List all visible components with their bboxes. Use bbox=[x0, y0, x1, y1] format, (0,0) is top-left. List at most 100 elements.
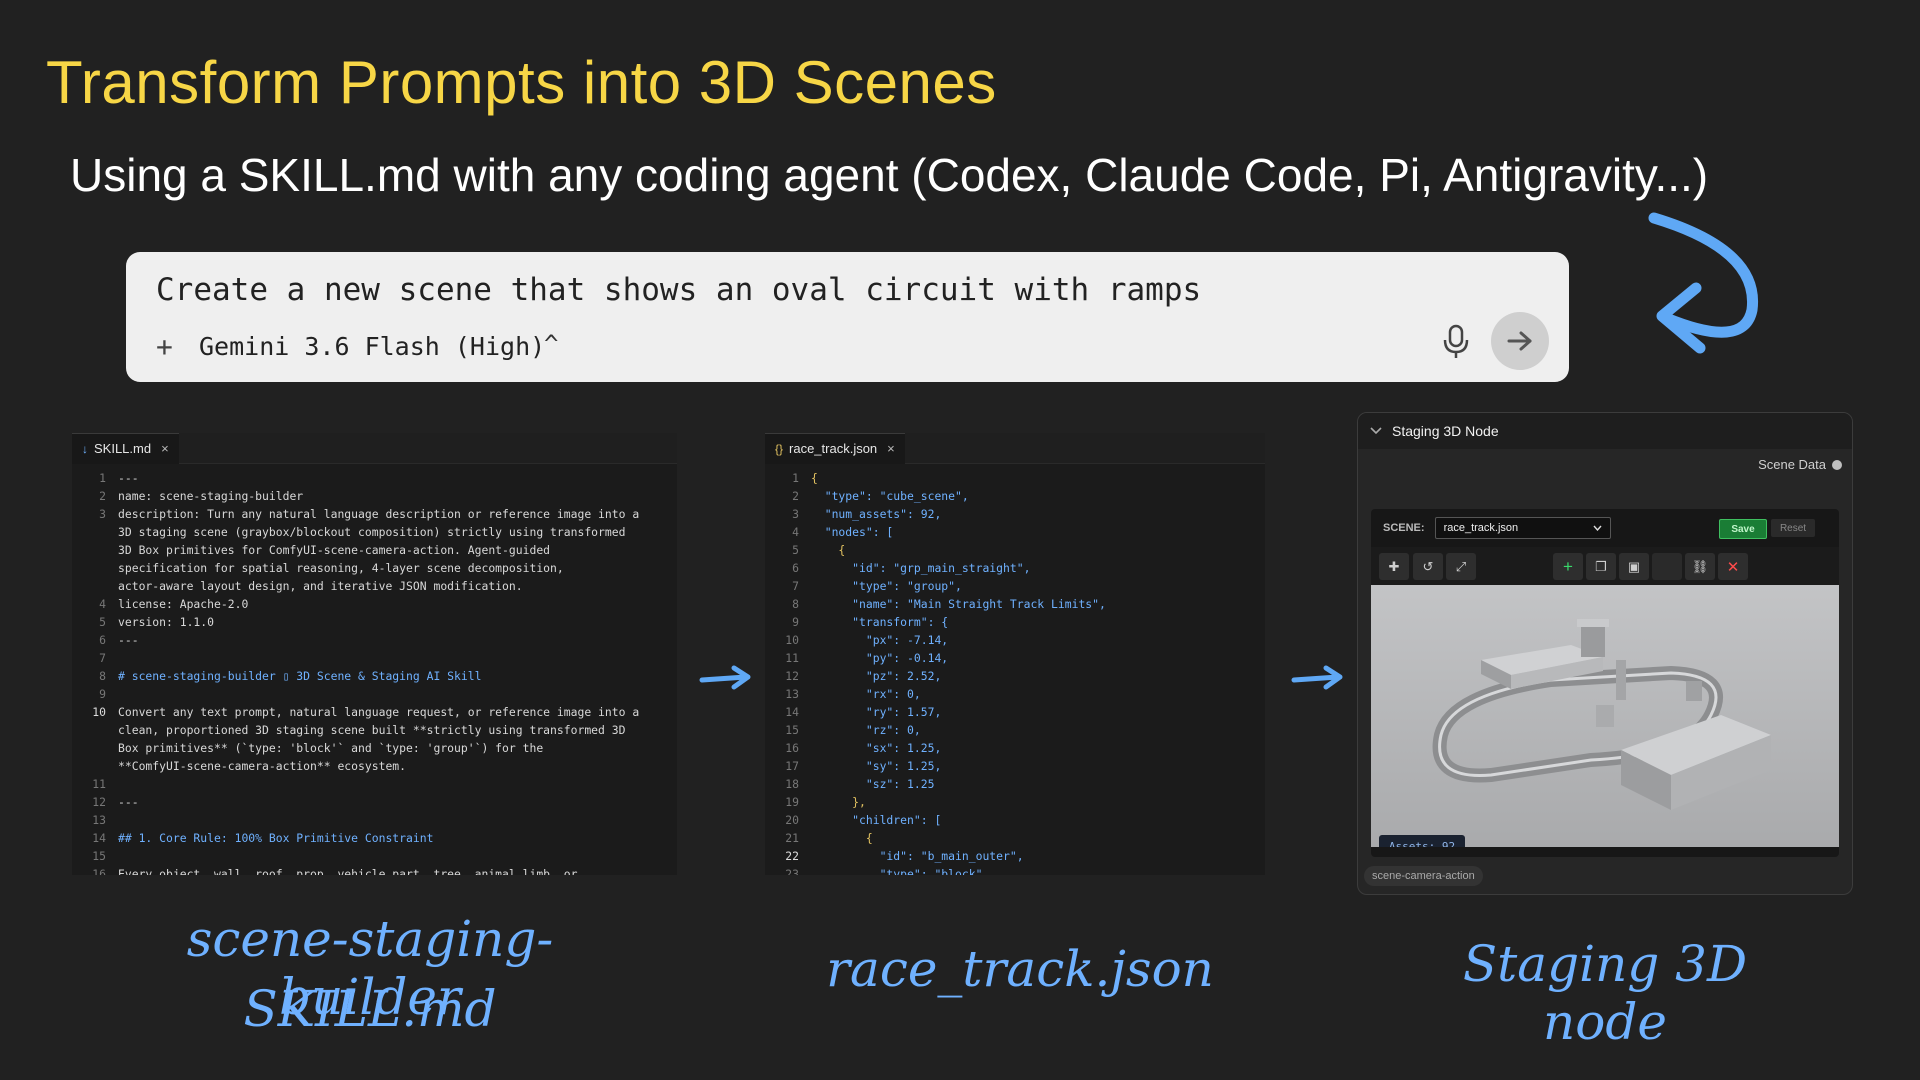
node-footer-tag: scene-camera-action bbox=[1364, 866, 1483, 886]
title: Transform Prompts into 3D Scenes bbox=[46, 49, 997, 116]
line-text: "sy": 1.25, bbox=[811, 759, 942, 773]
skill-tab-bar: ↓ SKILL.md × bbox=[72, 433, 677, 464]
staging-3d-node[interactable]: Staging 3D Node Scene Data SCENE: race_t… bbox=[1357, 412, 1853, 895]
close-icon[interactable]: × bbox=[887, 441, 895, 456]
line-text: --- bbox=[118, 633, 139, 647]
line-number: 6 bbox=[99, 633, 106, 647]
code-line: 23 "type": "block", bbox=[765, 865, 1265, 875]
line-text: description: Turn any natural language d… bbox=[118, 507, 640, 521]
json-caption: race_track.json bbox=[826, 940, 1214, 998]
code-line: clean, proportioned 3D staging scene bui… bbox=[72, 721, 677, 739]
line-number: 9 bbox=[99, 687, 106, 701]
line-number: 15 bbox=[785, 723, 799, 737]
model-chevron-up-icon[interactable]: ^ bbox=[544, 330, 558, 358]
line-text: clean, proportioned 3D staging scene bui… bbox=[118, 723, 626, 737]
node-widget: SCENE: race_track.json Save Reset ✚ ↺ ⤢ … bbox=[1371, 509, 1839, 857]
prompt-box[interactable]: Create a new scene that shows an oval ci… bbox=[126, 252, 1569, 382]
line-text: 3D Box primitives for ComfyUI-scene-came… bbox=[118, 543, 551, 557]
subtitle: Using a SKILL.md with any coding agent (… bbox=[70, 149, 1709, 201]
code-line: 1{ bbox=[765, 469, 1265, 487]
close-icon[interactable]: × bbox=[161, 441, 169, 456]
line-text bbox=[118, 847, 677, 865]
scene-label: SCENE: bbox=[1383, 522, 1425, 534]
code-line: 3D Box primitives for ComfyUI-scene-came… bbox=[72, 541, 677, 559]
line-number: 7 bbox=[99, 651, 106, 665]
line-number: 9 bbox=[792, 615, 799, 629]
code-line: 12 --- bbox=[72, 793, 677, 811]
line-number: 22 bbox=[785, 849, 799, 863]
line-text bbox=[118, 811, 677, 829]
code-line: 14 "ry": 1.57, bbox=[765, 703, 1265, 721]
code-line: 21 { bbox=[765, 829, 1265, 847]
code-line: 8 "name": "Main Straight Track Limits", bbox=[765, 595, 1265, 613]
tab-race-track-json[interactable]: {} race_track.json × bbox=[765, 433, 905, 464]
node-header[interactable]: Staging 3D Node bbox=[1358, 413, 1852, 449]
tab-skill-md[interactable]: ↓ SKILL.md × bbox=[72, 433, 179, 464]
scene-select-value: race_track.json bbox=[1443, 522, 1519, 534]
prompt-input[interactable]: Create a new scene that shows an oval ci… bbox=[156, 272, 1201, 308]
rotate-icon[interactable]: ↺ bbox=[1413, 553, 1443, 580]
output-socket-icon[interactable] bbox=[1832, 459, 1842, 470]
duplicate-icon[interactable]: ❐ bbox=[1586, 553, 1616, 580]
code-line: 10 Convert any text prompt, natural langu… bbox=[72, 703, 677, 721]
line-text: { bbox=[811, 543, 846, 557]
line-text bbox=[118, 775, 677, 793]
scene-data-label: Scene Data bbox=[1758, 457, 1826, 472]
3d-viewport[interactable]: Assets: 92 bbox=[1371, 585, 1839, 847]
reset-button[interactable]: Reset bbox=[1771, 519, 1815, 537]
json-editor-panel: {} race_track.json × 1{2 "type": "cube_s… bbox=[765, 433, 1265, 875]
line-number bbox=[72, 559, 118, 577]
line-text: name: scene-staging-builder bbox=[118, 489, 304, 503]
line-text: ## 1. Core Rule: 100% Box Primitive Cons… bbox=[118, 831, 434, 845]
code-line: 7 bbox=[72, 649, 677, 667]
line-number: 16 bbox=[92, 867, 106, 875]
tab-label: race_track.json bbox=[789, 441, 878, 456]
add-attachment-button[interactable]: + bbox=[156, 330, 173, 363]
model-selector[interactable]: Gemini 3.6 Flash (High) bbox=[199, 332, 545, 361]
save-button[interactable]: Save bbox=[1719, 519, 1767, 539]
scene-select[interactable]: race_track.json bbox=[1434, 517, 1611, 539]
skill-code-area[interactable]: 1 --- 2 name: scene-staging-builder 3 descrip… bbox=[72, 464, 677, 875]
chevron-down-icon[interactable] bbox=[1370, 427, 1382, 435]
line-number: 16 bbox=[785, 741, 799, 755]
line-number: 15 bbox=[92, 849, 106, 863]
add-icon[interactable]: + bbox=[1553, 553, 1583, 580]
code-line: 17 "sy": 1.25, bbox=[765, 757, 1265, 775]
race-track-scene bbox=[1371, 585, 1839, 847]
code-line: 9 bbox=[72, 685, 677, 703]
line-text: "name": "Main Straight Track Limits", bbox=[811, 597, 1106, 611]
delete-icon[interactable]: ✕ bbox=[1718, 553, 1748, 580]
link-icon[interactable]: ⛓ bbox=[1685, 553, 1715, 580]
line-text: "type": "cube_scene", bbox=[811, 489, 969, 503]
line-number: 3 bbox=[792, 507, 799, 521]
line-number: 5 bbox=[792, 543, 799, 557]
scale-icon[interactable]: ⤢ bbox=[1446, 553, 1476, 580]
send-button[interactable] bbox=[1491, 312, 1549, 370]
microphone-icon[interactable] bbox=[1442, 324, 1470, 360]
move-icon[interactable]: ✚ bbox=[1379, 553, 1409, 580]
code-line: 13 bbox=[72, 811, 677, 829]
code-line: 2 name: scene-staging-builder bbox=[72, 487, 677, 505]
scene-data-output[interactable]: Scene Data bbox=[1758, 457, 1842, 472]
line-text: "children": [ bbox=[811, 813, 942, 827]
code-line: 15 bbox=[72, 847, 677, 865]
blank-tool-icon[interactable] bbox=[1652, 553, 1682, 580]
code-line: 19 }, bbox=[765, 793, 1265, 811]
line-number: 4 bbox=[792, 525, 799, 539]
line-number: 20 bbox=[785, 813, 799, 827]
line-number: 13 bbox=[92, 813, 106, 827]
line-number: 11 bbox=[92, 777, 106, 791]
json-file-icon: {} bbox=[775, 441, 784, 456]
line-number: 10 bbox=[92, 705, 106, 719]
line-number: 14 bbox=[785, 705, 799, 719]
code-line: 22 "id": "b_main_outer", bbox=[765, 847, 1265, 865]
group-icon[interactable]: ▣ bbox=[1619, 553, 1649, 580]
json-code-area[interactable]: 1{2 "type": "cube_scene", 3 "num_assets":… bbox=[765, 464, 1265, 875]
code-line: 11 bbox=[72, 775, 677, 793]
line-text: **ComfyUI-scene-camera-action** ecosyste… bbox=[118, 759, 407, 773]
line-number: 14 bbox=[92, 831, 106, 845]
code-line: 16 Every object, wall, roof, prop, vehicl… bbox=[72, 865, 677, 875]
line-number bbox=[72, 739, 118, 757]
line-text: "sz": 1.25 bbox=[811, 777, 935, 791]
viewport-toolbar: ✚ ↺ ⤢ + ❐ ▣ ⛓ ✕ bbox=[1371, 547, 1839, 585]
